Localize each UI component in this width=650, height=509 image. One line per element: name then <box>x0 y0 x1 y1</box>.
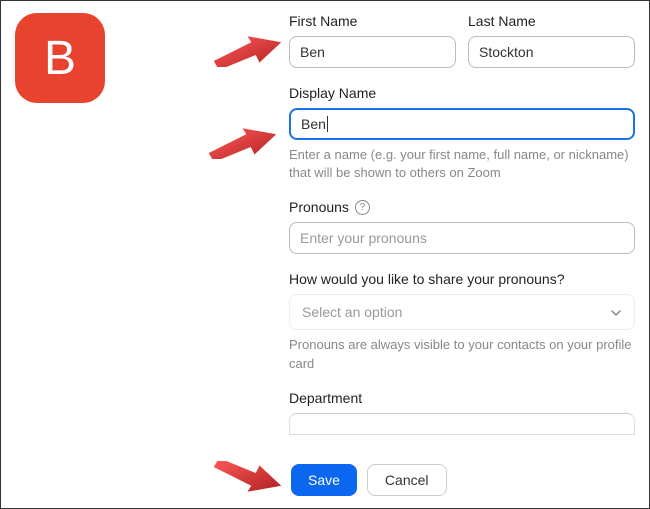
chevron-down-icon <box>610 306 622 318</box>
pronouns-label: Pronouns ? <box>289 199 635 215</box>
display-name-input[interactable]: Ben <box>289 108 635 140</box>
last-name-input[interactable] <box>468 36 635 68</box>
department-label: Department <box>289 390 635 406</box>
display-name-value: Ben <box>301 116 326 132</box>
display-name-label: Display Name <box>289 85 635 101</box>
text-cursor-icon <box>327 116 328 132</box>
annotation-arrow-icon <box>210 461 285 497</box>
last-name-label: Last Name <box>468 13 635 29</box>
first-name-input[interactable] <box>289 36 456 68</box>
share-pronouns-selected: Select an option <box>302 304 402 320</box>
button-bar: Save Cancel <box>1 452 649 508</box>
share-pronouns-select[interactable]: Select an option <box>289 294 635 330</box>
avatar[interactable]: B <box>15 13 105 103</box>
first-name-label: First Name <box>289 13 456 29</box>
department-input[interactable] <box>289 413 635 435</box>
annotation-arrow-icon <box>205 123 280 159</box>
avatar-letter: B <box>44 31 76 86</box>
annotation-arrow-icon <box>210 31 285 67</box>
pronouns-input[interactable] <box>289 222 635 254</box>
help-icon[interactable]: ? <box>355 200 370 215</box>
cancel-button[interactable]: Cancel <box>367 464 447 496</box>
display-name-help: Enter a name (e.g. your first name, full… <box>289 146 635 182</box>
save-button[interactable]: Save <box>291 464 357 496</box>
share-pronouns-help: Pronouns are always visible to your cont… <box>289 336 635 372</box>
pronouns-label-text: Pronouns <box>289 199 349 215</box>
share-pronouns-label: How would you like to share your pronoun… <box>289 271 635 287</box>
